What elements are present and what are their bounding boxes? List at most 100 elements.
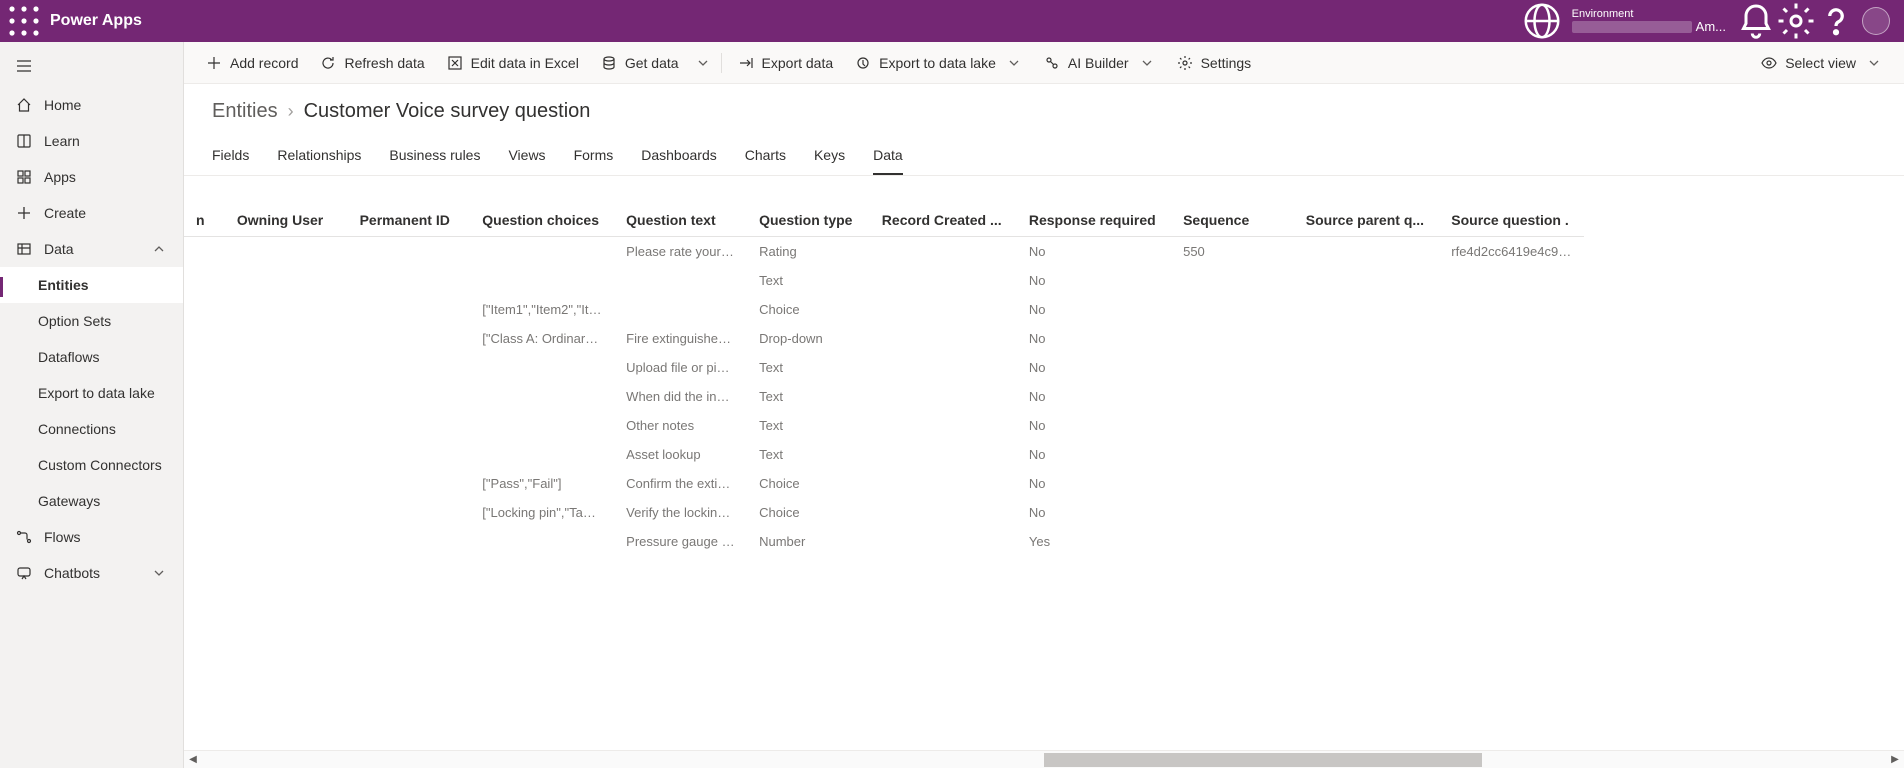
table-cell (870, 498, 1017, 527)
table-row[interactable]: ["Locking pin","Tamp...Verify the lockin… (184, 498, 1584, 527)
table-cell: ["Item1","Item2","Ite... (470, 295, 614, 324)
table-cell (348, 440, 471, 469)
col-head-n[interactable]: n (184, 204, 225, 237)
table-row[interactable]: Asset lookupTextNo (184, 440, 1584, 469)
breadcrumb-parent[interactable]: Entities (212, 100, 278, 123)
table-cell (614, 295, 747, 324)
sidebar-sub-option-sets[interactable]: Option Sets (0, 303, 183, 339)
environment-picker[interactable]: Environment Am... (1562, 8, 1736, 34)
table-cell (225, 382, 348, 411)
cmd-settings[interactable]: Settings (1167, 49, 1262, 77)
tab-views[interactable]: Views (508, 141, 545, 175)
environment-icon[interactable] (1522, 0, 1562, 42)
cmd-ai-builder[interactable]: AI Builder (1034, 49, 1165, 77)
sidebar-item-label: Learn (44, 133, 80, 149)
separator (721, 53, 722, 73)
table-cell (348, 266, 471, 295)
flow-icon (16, 529, 32, 545)
table-row[interactable]: Upload file or pictureTextNo (184, 353, 1584, 382)
col-head-source-parent[interactable]: Source parent q... (1294, 204, 1439, 237)
table-icon (16, 241, 32, 257)
table-cell (1439, 498, 1584, 527)
global-header: Power Apps Environment Am... (0, 0, 1904, 42)
tab-data[interactable]: Data (873, 141, 903, 175)
sidebar-item-create[interactable]: Create (0, 195, 183, 231)
tab-dashboards[interactable]: Dashboards (641, 141, 717, 175)
sidebar-item-flows[interactable]: Flows (0, 519, 183, 555)
sidebar-item-label: Dataflows (38, 349, 99, 365)
tab-relationships[interactable]: Relationships (277, 141, 361, 175)
col-head-response-required[interactable]: Response required (1017, 204, 1171, 237)
col-head-sequence[interactable]: Sequence (1171, 204, 1294, 237)
table-cell (184, 411, 225, 440)
tab-charts[interactable]: Charts (745, 141, 786, 175)
sidebar-item-label: Create (44, 205, 86, 221)
table-cell (1294, 295, 1439, 324)
sidebar-item-home[interactable]: Home (0, 87, 183, 123)
table-row[interactable]: Pressure gauge readi...NumberYes (184, 527, 1584, 556)
table-cell: Asset lookup (614, 440, 747, 469)
table-row[interactable]: ["Item1","Item2","Ite...ChoiceNo (184, 295, 1584, 324)
table-row[interactable]: TextNo (184, 266, 1584, 295)
table-cell (184, 237, 225, 267)
table-cell (1294, 382, 1439, 411)
col-head-question-type[interactable]: Question type (747, 204, 870, 237)
lake-icon (855, 55, 871, 71)
col-head-question-choices[interactable]: Question choices (470, 204, 614, 237)
tab-forms[interactable]: Forms (574, 141, 614, 175)
cmd-add-record[interactable]: Add record (196, 49, 308, 77)
notifications-button[interactable] (1736, 0, 1776, 42)
tab-keys[interactable]: Keys (814, 141, 845, 175)
environment-name-suffix: Am... (1696, 20, 1726, 34)
table-row[interactable]: Please rate your over...RatingNo550rfe4d… (184, 237, 1584, 267)
help-button[interactable] (1816, 0, 1856, 42)
col-head-permanent-id[interactable]: Permanent ID (348, 204, 471, 237)
cmd-refresh-data[interactable]: Refresh data (310, 49, 434, 77)
sidebar-item-data[interactable]: Data (0, 231, 183, 267)
tab-business-rules[interactable]: Business rules (389, 141, 480, 175)
user-avatar[interactable] (1862, 7, 1890, 35)
data-grid: n Owning User Permanent ID Question choi… (184, 204, 1584, 556)
sidebar-sub-export-lake[interactable]: Export to data lake (0, 375, 183, 411)
cmd-get-data[interactable]: Get data (591, 49, 689, 77)
scroll-right-icon[interactable]: ▶ (1886, 751, 1904, 768)
table-cell: No (1017, 440, 1171, 469)
col-head-owning-user[interactable]: Owning User (225, 204, 348, 237)
col-head-record-created[interactable]: Record Created ... (870, 204, 1017, 237)
table-cell (1171, 353, 1294, 382)
sidebar-sub-dataflows[interactable]: Dataflows (0, 339, 183, 375)
hamburger-toggle[interactable] (0, 48, 183, 87)
tab-fields[interactable]: Fields (212, 141, 249, 175)
scroll-left-icon[interactable]: ◀ (184, 751, 202, 768)
cmd-edit-excel[interactable]: Edit data in Excel (437, 49, 589, 77)
table-cell (1294, 266, 1439, 295)
horizontal-scrollbar[interactable]: ◀ ▶ (184, 750, 1904, 768)
table-cell: No (1017, 324, 1171, 353)
sidebar-item-apps[interactable]: Apps (0, 159, 183, 195)
settings-button[interactable] (1776, 0, 1816, 42)
sidebar-item-learn[interactable]: Learn (0, 123, 183, 159)
col-head-source-question[interactable]: Source question . (1439, 204, 1584, 237)
col-head-question-text[interactable]: Question text (614, 204, 747, 237)
sidebar-sub-entities[interactable]: Entities (0, 267, 183, 303)
sidebar-item-label: Data (44, 241, 74, 257)
table-row[interactable]: ["Pass","Fail"]Confirm the extingui...Ch… (184, 469, 1584, 498)
cmd-export-data[interactable]: Export data (728, 49, 844, 77)
sidebar-sub-connections[interactable]: Connections (0, 411, 183, 447)
table-row[interactable]: ["Class A: Ordinary ...Fire extinguisher… (184, 324, 1584, 353)
cmd-get-data-dropdown[interactable] (691, 49, 715, 77)
cmd-select-view[interactable]: Select view (1751, 49, 1892, 77)
table-cell (470, 440, 614, 469)
sidebar-item-chatbots[interactable]: Chatbots (0, 555, 183, 591)
table-row[interactable]: Other notesTextNo (184, 411, 1584, 440)
table-row[interactable]: When did the inspec...TextNo (184, 382, 1584, 411)
waffle-menu[interactable] (8, 5, 40, 37)
scroll-track[interactable] (202, 751, 1886, 768)
table-cell (1439, 353, 1584, 382)
sidebar-sub-custom-connectors[interactable]: Custom Connectors (0, 447, 183, 483)
sidebar-sub-gateways[interactable]: Gateways (0, 483, 183, 519)
cmd-export-lake[interactable]: Export to data lake (845, 49, 1032, 77)
sidebar-item-label: Custom Connectors (38, 457, 162, 473)
scroll-thumb[interactable] (1044, 753, 1482, 767)
table-cell: Confirm the extingui... (614, 469, 747, 498)
